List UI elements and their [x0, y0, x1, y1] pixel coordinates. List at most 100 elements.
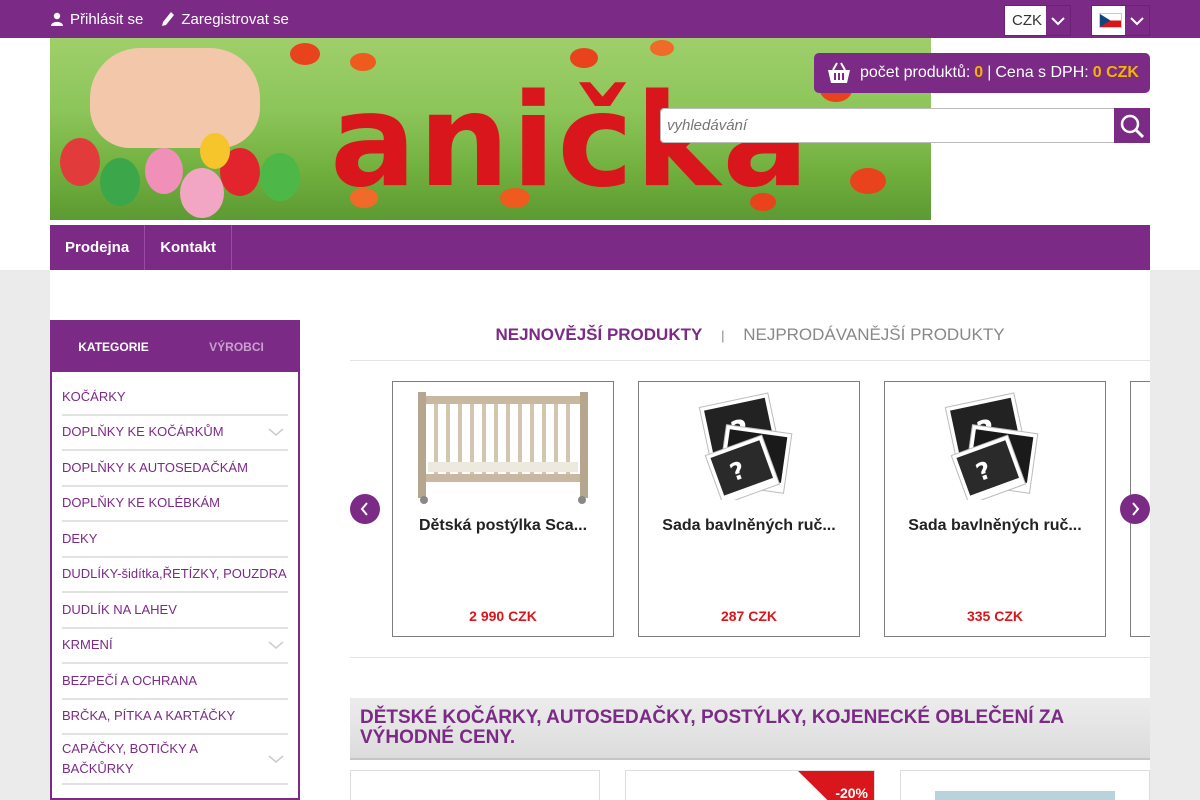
category-label: KOČÁRKY	[62, 388, 126, 404]
search-input[interactable]	[661, 109, 1114, 142]
poppy-flower	[290, 43, 320, 65]
product-name: Sada bavlněných ruč...	[908, 517, 1082, 534]
header: anička počet produktů: 0 | Cena s DPH: 0…	[0, 38, 1200, 270]
product-card[interactable]: ? ? ? Sada bavlněných ruč... 335 CZK	[884, 381, 1106, 637]
search-button[interactable]	[1114, 108, 1150, 143]
category-label: BRČKA, PÍTKA A KARTÁČKY	[62, 708, 236, 724]
login-label: Přihlásit se	[70, 10, 144, 28]
product-price: 335 CZK	[966, 608, 1024, 624]
balloon	[260, 153, 300, 201]
product-carousel: Dětská postýlka Sca... 2 990 CZK ? ? ? S…	[350, 381, 1150, 637]
chevron-right-icon	[1132, 502, 1140, 516]
divider	[350, 360, 1150, 361]
product-card[interactable]	[350, 770, 600, 800]
category-item[interactable]: DOPLŇKY KE KOČÁRKŮM	[62, 416, 288, 451]
cart-count-label: počet produktů:	[860, 64, 971, 81]
no-photo-icon: ? ? ?	[885, 388, 1105, 506]
chevron-down-icon[interactable]	[268, 641, 284, 650]
tab-bestselling-products[interactable]: NEJPRODÁVANĚJŠÍ PRODUKTY	[743, 325, 1004, 344]
category-item[interactable]: CAPÁČKY, BOTIČKY A BAČKŮRKY	[62, 735, 288, 785]
tab-newest-products[interactable]: NEJNOVĚJŠÍ PRODUKTY	[495, 325, 702, 344]
currency-select[interactable]: CZK	[1004, 5, 1071, 36]
carousel-next-button[interactable]	[1120, 494, 1150, 524]
balloon	[60, 138, 100, 186]
carousel-prev-button[interactable]	[350, 494, 380, 524]
category-item[interactable]: DUDLÍK NA LAHEV	[62, 593, 288, 629]
category-label: DEKY	[62, 530, 98, 546]
cart-price-label: Cena s DPH:	[995, 64, 1089, 81]
category-item[interactable]: KOČÁRKY	[62, 380, 288, 416]
poppy-flower	[650, 40, 674, 56]
product-thumbnail	[935, 791, 1115, 800]
chevron-down-icon	[1125, 6, 1149, 35]
product-name: Sada bavlněných ruč...	[662, 517, 836, 534]
category-sidebar: KATEGORIE VÝROBCI KOČÁRKY DOPLŇKY KE KOČ…	[50, 320, 300, 800]
main-content: KATEGORIE VÝROBCI KOČÁRKY DOPLŇKY KE KOČ…	[50, 270, 1150, 800]
category-label: DUDLÍKY-šidítka,ŘETÍZKY, POUZDRA	[62, 566, 287, 582]
crib-image	[393, 388, 613, 506]
product-card[interactable]	[900, 770, 1150, 800]
tab-kategorie[interactable]: KATEGORIE	[52, 322, 175, 372]
category-list: KOČÁRKY DOPLŇKY KE KOČÁRKŮM DOPLŇKY K AU…	[52, 372, 298, 785]
account-links: Přihlásit se Zaregistrovat se	[50, 0, 307, 38]
top-bar: Přihlásit se Zaregistrovat se CZK	[0, 0, 1200, 38]
category-label: DUDLÍK NA LAHEV	[62, 601, 177, 617]
register-link[interactable]: Zaregistrovat se	[161, 11, 289, 28]
tab-vyrobci[interactable]: VÝROBCI	[175, 322, 298, 372]
pencil-icon	[162, 12, 175, 26]
category-label: BEZPEČÍ A OCHRANA	[62, 672, 198, 688]
language-select[interactable]	[1091, 5, 1150, 36]
search-icon	[1120, 114, 1145, 138]
product-price: 287 CZK	[720, 608, 778, 624]
category-label: DOPLŇKY KE KOČÁRKŮM	[62, 424, 224, 440]
category-label: DOPLŇKY K AUTOSEDAČKÁM	[62, 459, 248, 475]
category-item[interactable]: DEKY	[62, 522, 288, 558]
register-label: Zaregistrovat se	[181, 10, 289, 28]
cart-price-value: 0 CZK	[1092, 64, 1139, 81]
category-item[interactable]: DUDLÍKY-šidítka,ŘETÍZKY, POUZDRA	[62, 558, 288, 593]
nav-item-prodejna[interactable]: Prodejna	[50, 225, 146, 270]
cz-flag-icon	[1099, 13, 1122, 28]
chevron-down-icon[interactable]	[268, 754, 284, 764]
cart-separator: |	[987, 64, 992, 81]
seo-heading: DĚTSKÉ KOČÁRKY, AUTOSEDAČKY, POSTÝLKY, K…	[360, 707, 1064, 748]
baby-illustration	[90, 48, 260, 148]
currency-value: CZK	[1012, 12, 1042, 29]
product-card[interactable]: ? ? ? Sada bavlněných ruč... 287 CZK	[638, 381, 860, 637]
user-icon	[51, 12, 63, 26]
product-tabs: NEJNOVĚJŠÍ PRODUKTY | NEJPRODÁVANĚJŠÍ PR…	[350, 325, 1150, 345]
category-item[interactable]: DOPLŇKY K AUTOSEDAČKÁM	[62, 451, 288, 487]
product-card[interactable]: -20%	[625, 770, 875, 800]
balloon	[200, 133, 230, 169]
cart-count-value: 0	[974, 64, 984, 81]
balloon	[180, 168, 224, 218]
tab-separator: |	[721, 328, 725, 343]
category-label: CAPÁČKY, BOTIČKY A BAČKŮRKY	[62, 741, 198, 776]
product-name: Dětská postýlka Sca...	[418, 517, 588, 534]
category-label: KRMENÍ	[62, 637, 113, 653]
balloon	[145, 148, 183, 194]
product-card[interactable]: Dětská postýlka Sca... 2 990 CZK	[392, 381, 614, 637]
discount-badge: -20%	[798, 771, 874, 800]
basket-icon	[828, 62, 850, 83]
category-item[interactable]: KRMENÍ	[62, 629, 288, 664]
search-box	[660, 108, 1150, 143]
nav-item-kontakt[interactable]: Kontakt	[145, 225, 233, 270]
main-nav: Prodejna Kontakt	[50, 225, 1150, 270]
product-price: 2 990 CZK	[469, 608, 537, 624]
balloon	[100, 158, 140, 206]
category-item[interactable]: BRČKA, PÍTKA A KARTÁČKY	[62, 700, 288, 735]
category-item[interactable]: BEZPEČÍ A OCHRANA	[62, 664, 288, 700]
chevron-down-icon[interactable]	[268, 428, 284, 437]
cart-summary[interactable]: počet produktů: 0 | Cena s DPH: 0 CZK	[814, 53, 1150, 93]
poppy-flower	[850, 168, 886, 194]
category-label: DOPLŇKY KE KOLÉBKÁM	[62, 495, 220, 511]
login-link[interactable]: Přihlásit se	[50, 11, 143, 28]
chevron-left-icon	[360, 502, 368, 516]
poppy-flower	[570, 48, 598, 68]
sidebar-tabs: KATEGORIE VÝROBCI	[52, 322, 298, 372]
seo-banner: DĚTSKÉ KOČÁRKY, AUTOSEDAČKY, POSTÝLKY, K…	[350, 698, 1150, 760]
category-item[interactable]: DOPLŇKY KE KOLÉBKÁM	[62, 487, 288, 522]
divider	[350, 657, 1150, 658]
chevron-down-icon	[1046, 6, 1070, 35]
